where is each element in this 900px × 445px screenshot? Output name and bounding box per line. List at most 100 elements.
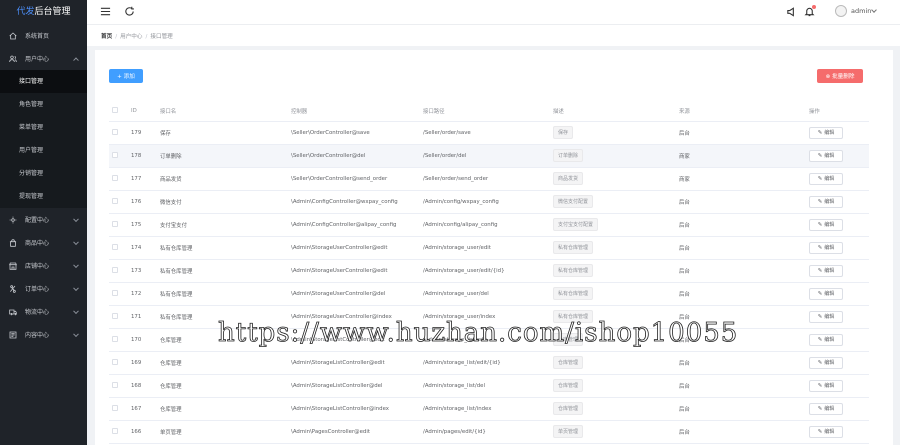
cell-id: 169 [131, 351, 160, 375]
desc-tag: 私有仓库管理 [553, 264, 594, 277]
table-row[interactable]: 176 微信支付 \Admin\ConfigController@wxpay_con… [109, 190, 869, 214]
avatar[interactable] [835, 5, 847, 17]
sidebar-menu: 系统首页用户中心 接口管理 角色管理 菜单管理 用户管理 分销管理 提现管理 配置中心商品中心… [0, 24, 87, 346]
cell-id: 179 [131, 121, 160, 145]
sidebar-item-5[interactable]: 订单中心 [0, 277, 87, 300]
cell-source: 后台 [679, 190, 809, 214]
sidebar-subitem-3[interactable]: 用户管理 [0, 139, 87, 162]
sidebar-item-3[interactable]: 商品中心 [0, 231, 87, 254]
sidebar-subitem-0[interactable]: 接口管理 [0, 70, 87, 93]
cell-id: 170 [131, 328, 160, 352]
sidebar-item-4[interactable]: 店铺中心 [0, 254, 87, 277]
edit-button[interactable]: ✎ 编辑 [809, 310, 843, 323]
sidebar-subitem-2[interactable]: 菜单管理 [0, 116, 87, 139]
cell-path: /Admin/config/alipay_config [423, 213, 553, 237]
column-header-path: 接口路径 [423, 101, 553, 122]
edit-button[interactable]: ✎ 编辑 [809, 333, 843, 346]
sidebar-item-1[interactable]: 用户中心 [0, 47, 87, 70]
breadcrumb-parent: 用户中心 [120, 34, 143, 40]
table-body: 179 保存 \Seller\OrderController@save/Seller… [109, 121, 869, 444]
select-all-checkbox[interactable] [112, 106, 118, 113]
edit-label: 编辑 [824, 314, 835, 320]
edit-button[interactable]: ✎ 编辑 [809, 379, 843, 392]
chevron-down-icon[interactable] [871, 7, 877, 13]
bell-icon[interactable] [804, 5, 816, 17]
column-header-desc: 描述 [553, 101, 679, 122]
desc-tag: 订单删除 [553, 149, 584, 162]
sidebar-subitem-1[interactable]: 角色管理 [0, 93, 87, 116]
sidebar-item-6[interactable]: 物流中心 [0, 300, 87, 323]
row-checkbox[interactable] [112, 358, 118, 365]
table-row[interactable]: 168 仓库管理 \Admin\StorageListController@del /… [109, 374, 869, 398]
sidebar-item-label: 店铺中心 [25, 263, 50, 270]
cell-source: 后台 [679, 259, 809, 283]
edit-button[interactable]: ✎ 编辑 [809, 241, 843, 254]
cell-controller: \Admin\StorageUserController@del [291, 282, 423, 306]
edit-label: 编辑 [824, 130, 835, 136]
row-checkbox[interactable] [112, 128, 118, 135]
edit-button[interactable]: ✎ 编辑 [809, 402, 843, 415]
add-button[interactable]: + 添加 [109, 69, 143, 83]
cell-select [109, 167, 131, 191]
table-row[interactable]: 166 单页管理 \Admin\PagesController@edit/Admin… [109, 420, 869, 444]
edit-button[interactable]: ✎ 编辑 [809, 149, 843, 162]
row-checkbox[interactable] [112, 266, 118, 273]
table-row[interactable]: 173 私有仓库管理 \Admin\StorageUserController@ed… [109, 259, 869, 283]
edit-button[interactable]: ✎ 编辑 [809, 218, 843, 231]
row-checkbox[interactable] [112, 427, 118, 434]
edit-button[interactable]: ✎ 编辑 [809, 287, 843, 300]
sidebar-item-label: 商品中心 [25, 240, 50, 247]
row-checkbox[interactable] [112, 289, 118, 296]
row-checkbox[interactable] [112, 220, 118, 227]
cell-path: /Admin/storage_list/del [423, 374, 553, 398]
table-row[interactable]: 179 保存 \Seller\OrderController@save/Seller… [109, 121, 869, 145]
cell-ops: ✎ 编辑 [809, 190, 869, 214]
sidebar-item-label: 系统首页 [25, 33, 50, 40]
edit-icon: ✎ [817, 129, 823, 136]
batch-delete-button[interactable]: ⊗ 批量删除 [817, 69, 863, 83]
edit-button[interactable]: ✎ 编辑 [809, 172, 843, 185]
cell-controller: \Admin\PagesController@edit [291, 420, 423, 444]
cell-id: 166 [131, 420, 160, 444]
desc-tag: 保存 [553, 126, 574, 139]
sidebar-item-2[interactable]: 配置中心 [0, 208, 87, 231]
row-checkbox[interactable] [112, 174, 118, 181]
sidebar-item-0[interactable]: 系统首页 [0, 24, 87, 47]
table-row[interactable]: 174 私有仓库管理 \Admin\StorageUserController@ed… [109, 236, 869, 260]
row-checkbox[interactable] [112, 381, 118, 388]
cell-ops: ✎ 编辑 [809, 420, 869, 444]
cell-source: 后台 [679, 351, 809, 375]
sidebar-subitem-5[interactable]: 提现管理 [0, 185, 87, 208]
table-row[interactable]: 178 订单删除 \Seller\OrderController@del/Selle… [109, 144, 869, 168]
edit-button[interactable]: ✎ 编辑 [809, 425, 843, 438]
cell-source: 后台 [679, 236, 809, 260]
table-row[interactable]: 169 仓库管理 \Admin\StorageListController@edit… [109, 351, 869, 375]
row-checkbox[interactable] [112, 335, 118, 342]
table-row[interactable]: 172 私有仓库管理 \Admin\StorageUserController@de… [109, 282, 869, 306]
cell-controller: \Admin\StorageListController@index [291, 397, 423, 421]
breadcrumb-bar: 首页 / 用户中心 / 接口管理 [87, 24, 900, 46]
config-icon [8, 215, 17, 224]
announcement-icon[interactable] [786, 6, 797, 17]
edit-button[interactable]: ✎ 编辑 [809, 195, 843, 208]
table-row[interactable]: 175 支付宝支付 \Admin\ConfigController@alipay_c… [109, 213, 869, 237]
row-checkbox[interactable] [112, 197, 118, 204]
table-row[interactable]: 177 商品发货 \Seller\OrderController@send_orde… [109, 167, 869, 191]
edit-button[interactable]: ✎ 编辑 [809, 126, 843, 139]
row-checkbox[interactable] [112, 404, 118, 411]
refresh-icon[interactable] [124, 6, 135, 17]
table-row[interactable]: 167 仓库管理 \Admin\StorageListController@inde… [109, 397, 869, 421]
username[interactable]: admin [851, 7, 871, 15]
edit-button[interactable]: ✎ 编辑 [809, 356, 843, 369]
sidebar-subitem-4[interactable]: 分销管理 [0, 162, 87, 185]
row-checkbox[interactable] [112, 151, 118, 158]
row-checkbox[interactable] [112, 312, 118, 319]
menu-toggle-icon[interactable] [100, 6, 111, 17]
watermark-text: https://www.huzhan.com/ishop10055 [218, 318, 739, 349]
row-checkbox[interactable] [112, 243, 118, 250]
breadcrumb-home[interactable]: 首页 [101, 34, 112, 40]
sidebar-item-7[interactable]: 内容中心 [0, 323, 87, 346]
cell-path: /Admin/storage_list/edit/{id} [423, 351, 553, 375]
edit-button[interactable]: ✎ 编辑 [809, 264, 843, 277]
home-icon [8, 31, 17, 40]
